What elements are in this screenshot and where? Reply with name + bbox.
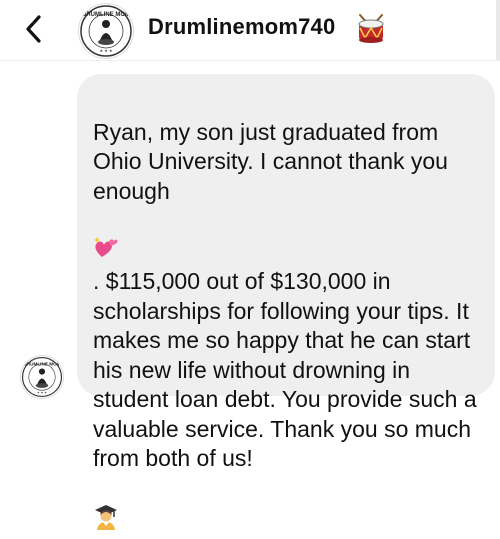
graduate-icon xyxy=(93,474,119,539)
svg-text:DRUMLINE MOM: DRUMLINE MOM xyxy=(23,361,60,366)
svg-text:★ ★ ★: ★ ★ ★ xyxy=(37,390,47,394)
svg-text:DRUMLINE MOM: DRUMLINE MOM xyxy=(82,12,130,18)
sparkling-hearts-icon xyxy=(93,206,119,267)
drumline-mom-logo-icon: DRUMLINE MOM ★ ★ ★ xyxy=(21,356,63,398)
svg-text:★ ★ ★: ★ ★ ★ xyxy=(100,48,113,53)
drum-icon xyxy=(354,12,388,46)
message-text: Ryan, my son just graduated from Ohio Un… xyxy=(93,88,488,539)
message-text-part-2: . $115,000 out of $130,000 in scholarshi… xyxy=(93,268,477,471)
sender-avatar[interactable]: DRUMLINE MOM ★ ★ ★ xyxy=(20,355,64,399)
chat-header: DRUMLINE MOM ★ ★ ★ Drumlinemom740 xyxy=(0,0,500,61)
chevron-left-icon xyxy=(26,15,41,43)
profile-avatar[interactable]: DRUMLINE MOM ★ ★ ★ xyxy=(78,3,134,59)
message-text-part-1: Ryan, my son just graduated from Ohio Un… xyxy=(93,118,448,204)
message-bubble[interactable]: Ryan, my son just graduated from Ohio Un… xyxy=(77,74,495,530)
header-edge xyxy=(496,0,500,60)
drumline-mom-logo-icon: DRUMLINE MOM ★ ★ ★ xyxy=(80,5,132,57)
chat-username[interactable]: Drumlinemom740 xyxy=(148,14,335,40)
back-button[interactable] xyxy=(18,12,48,46)
